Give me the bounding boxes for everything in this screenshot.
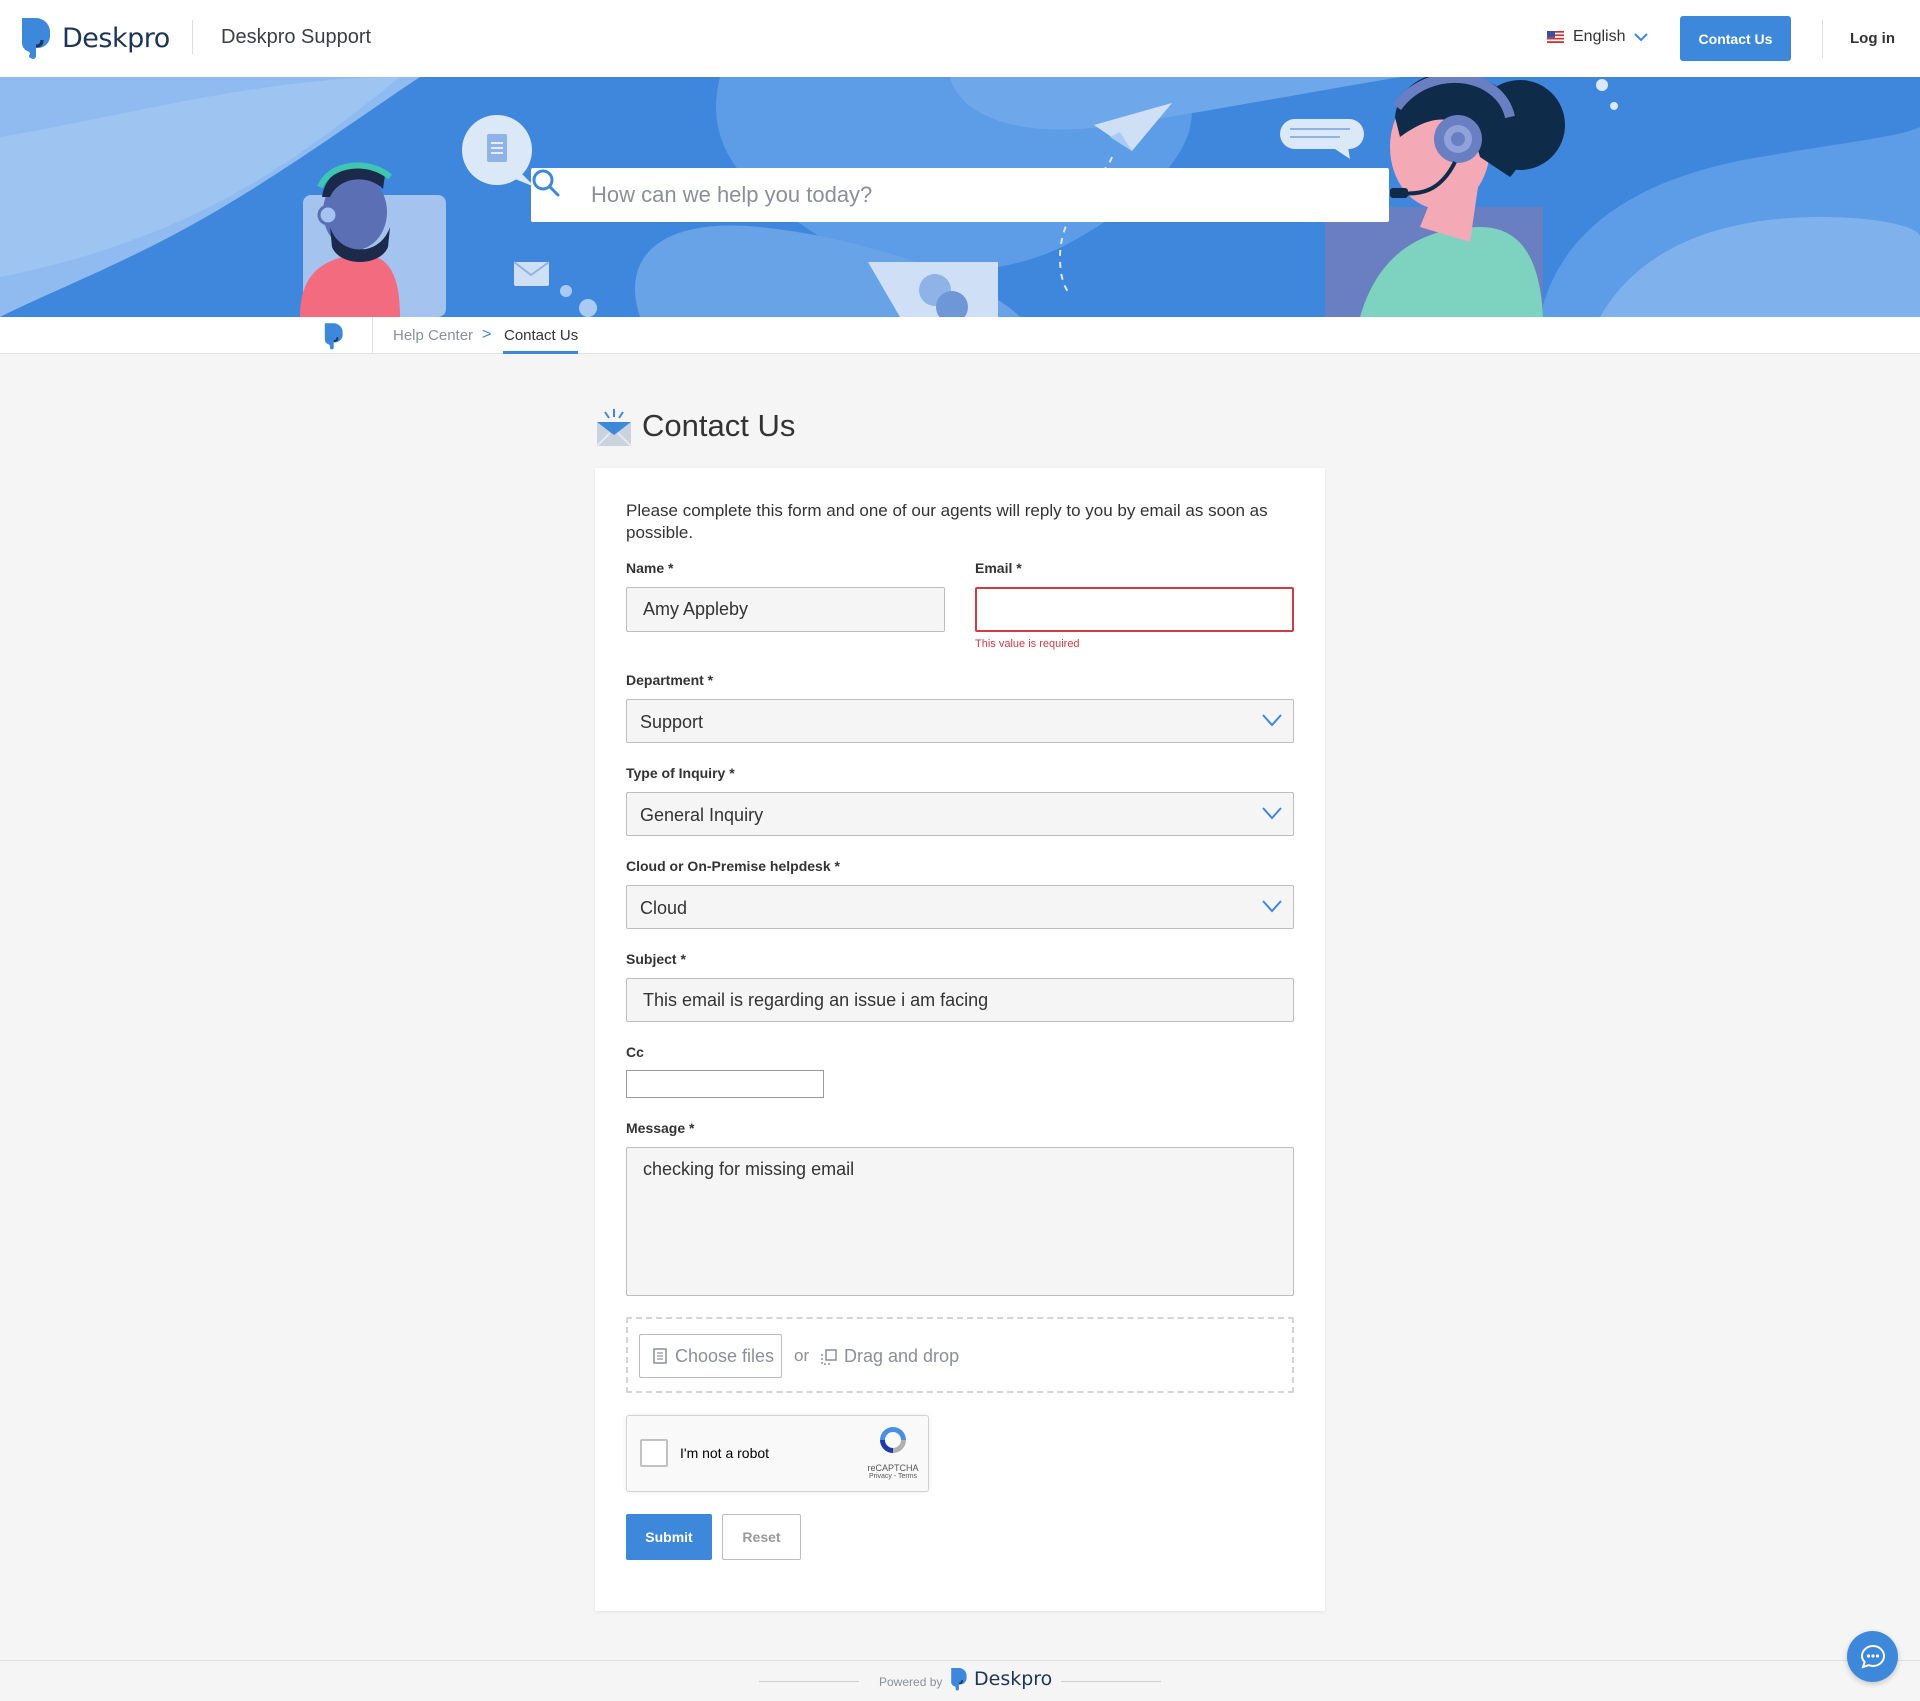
recaptcha-logo: reCAPTCHA Privacy - Terms [865, 1424, 921, 1480]
breadcrumb-current[interactable]: Contact Us [504, 327, 578, 344]
file-icon [653, 1348, 667, 1364]
inquiry-select[interactable]: General Inquiry [626, 792, 1294, 836]
breadcrumb-separator: > [482, 326, 492, 343]
deploy-select[interactable]: Cloud [626, 885, 1294, 929]
choose-files-label: Choose files [675, 1345, 775, 1366]
drag-drop-label: Drag and drop [844, 1346, 960, 1366]
submit-button[interactable]: Submit [626, 1514, 712, 1560]
recaptcha-widget: I'm not a robot reCAPTCHA Privacy - Term… [626, 1415, 929, 1492]
header-divider [192, 20, 193, 54]
header-contact-button[interactable]: Contact Us [1680, 16, 1791, 61]
file-dropzone[interactable]: Choose files or Drag and drop [626, 1317, 1294, 1393]
email-field[interactable] [975, 587, 1294, 632]
reset-button[interactable]: Reset [722, 1514, 801, 1560]
hero-banner [0, 77, 1920, 317]
drag-drop-area: Drag and drop [820, 1346, 959, 1367]
chevron-down-icon [1262, 714, 1282, 727]
subject-label: Subject * [626, 951, 686, 967]
top-header: Deskpro Deskpro Support English Contact … [0, 0, 1920, 77]
envelope-icon [596, 409, 632, 447]
breadcrumb-active-underline [503, 351, 578, 354]
footer-line-right [1061, 1681, 1161, 1682]
cc-label: Cc [626, 1044, 644, 1060]
breadcrumb: Help Center > Contact Us [0, 317, 1920, 354]
chat-widget-button[interactable] [1847, 1631, 1898, 1682]
recaptcha-checkbox[interactable] [640, 1439, 668, 1467]
subject-field[interactable] [626, 978, 1294, 1022]
chevron-down-icon [1262, 900, 1282, 913]
deploy-value: Cloud [640, 898, 688, 918]
search-input[interactable] [591, 177, 1371, 213]
powered-by-text: Powered by [879, 1675, 943, 1689]
chevron-down-icon [1634, 33, 1649, 42]
message-label: Message * [626, 1120, 695, 1136]
inquiry-value: General Inquiry [640, 805, 764, 825]
name-field[interactable] [626, 587, 945, 632]
chevron-down-icon [1262, 807, 1282, 820]
department-label: Department * [626, 672, 714, 688]
name-label: Name * [626, 560, 674, 576]
chat-icon [1860, 1644, 1885, 1669]
header-divider-2 [1822, 20, 1823, 58]
inquiry-label: Type of Inquiry * [626, 765, 735, 781]
or-text: or [794, 1346, 810, 1365]
language-selector[interactable]: English [1547, 28, 1649, 46]
drag-drop-icon [821, 1348, 837, 1365]
footer-brand: Deskpro [974, 1668, 1053, 1690]
footer-line-left [759, 1681, 859, 1682]
brand-name: Deskpro [62, 22, 170, 54]
home-logo-icon[interactable] [322, 322, 348, 350]
us-flag-icon [1547, 31, 1564, 43]
breadcrumb-help-center[interactable]: Help Center [393, 327, 473, 344]
footer: Powered by Deskpro [0, 1660, 1920, 1701]
deskpro-logo[interactable]: Deskpro [18, 16, 170, 60]
recaptcha-label: I'm not a robot [680, 1445, 770, 1461]
deploy-label: Cloud or On-Premise helpdesk * [626, 858, 840, 874]
search-box[interactable] [531, 168, 1389, 222]
deskpro-logo-icon [951, 1668, 967, 1691]
contact-form-card: Please complete this form and one of our… [595, 468, 1325, 1611]
recaptcha-brand: reCAPTCHA [867, 1463, 919, 1473]
site-name: Deskpro Support [221, 26, 372, 48]
email-label: Email * [975, 560, 1022, 576]
page-title: Contact Us [642, 408, 796, 443]
email-error-message: This value is required [975, 638, 1080, 650]
deskpro-logo-icon [21, 18, 50, 59]
form-intro: Please complete this form and one of our… [626, 501, 1268, 542]
choose-files-button[interactable]: Choose files [639, 1334, 782, 1378]
recaptcha-icon [880, 1427, 906, 1453]
footer-logo[interactable]: Deskpro [949, 1666, 1052, 1692]
login-link[interactable]: Log in [1850, 30, 1895, 47]
breadcrumb-divider [372, 317, 373, 354]
message-field[interactable]: checking for missing email [626, 1147, 1294, 1296]
department-value: Support [640, 712, 704, 732]
language-label: English [1573, 28, 1626, 45]
department-select[interactable]: Support [626, 699, 1294, 743]
search-icon [532, 169, 560, 197]
cc-field[interactable] [626, 1070, 824, 1098]
recaptcha-links[interactable]: Privacy - Terms [865, 1473, 921, 1480]
